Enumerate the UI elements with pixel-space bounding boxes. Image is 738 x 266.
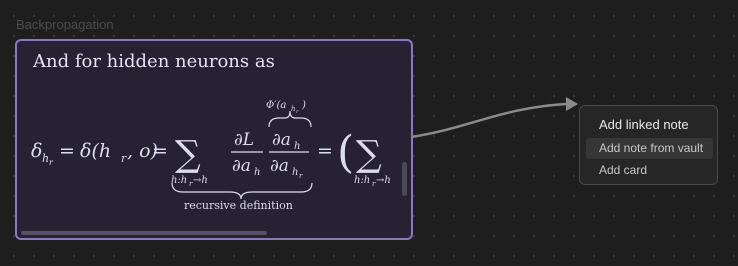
overbrace-label: Φ′(a [266, 100, 286, 111]
group-label[interactable]: Backpropagation [16, 17, 114, 32]
formula-delta-args: δ(h [80, 140, 111, 162]
canvas-card[interactable]: And for hidden neurons as δ h r = δ(h r … [15, 39, 413, 240]
underbrace-label: recursive definition [184, 199, 293, 212]
formula-sum: ∑ [175, 134, 201, 175]
card-heading: And for hidden neurons as [33, 51, 275, 72]
formula-sum-index: h:h [171, 175, 187, 186]
frac1-denominator: ∂a [232, 156, 251, 176]
frac1-denominator-sub: h [254, 167, 260, 178]
overbrace-sub: h [291, 105, 296, 113]
formula-lhs: δ [31, 140, 42, 162]
frac2-denominator-sub: h [292, 167, 298, 178]
menu-item-add-linked-note[interactable]: Add linked note [599, 117, 689, 132]
arrowhead-icon [566, 97, 578, 111]
formula-sum-index-tail: →h [193, 175, 208, 186]
context-menu: Add linked note Add note from vault Add … [579, 105, 718, 185]
formula-eq1: = [59, 140, 75, 162]
formula-eq2: = [152, 140, 168, 162]
vertical-scrollbar[interactable] [402, 162, 407, 196]
menu-item-add-card[interactable]: Add card [599, 163, 647, 177]
frac2-denominator: ∂a [270, 156, 289, 176]
formula-eq3: = [317, 140, 333, 162]
horizontal-scrollbar[interactable] [21, 231, 267, 235]
formula-sum2: ∑ [356, 134, 382, 175]
frac2-numerator-sub: h [294, 141, 300, 152]
overbrace [268, 110, 312, 128]
overbrace-close: ) [301, 100, 306, 111]
formula-sum2-index: h:h [354, 175, 370, 186]
frac2-denominator-subsub: r [299, 172, 303, 180]
backprop-formula: δ h r = δ(h r , o) = ∑ h:h r →h ∂L ∂a h … [31, 100, 391, 212]
formula-paren: ( [337, 127, 354, 178]
formula-lhs-subsub: r [49, 158, 54, 167]
formula-sum2-index-tail: →h [376, 175, 391, 186]
frac1-numerator: ∂L [234, 130, 254, 150]
overbrace-subsub: r [296, 109, 299, 115]
frac2-numerator: ∂a [272, 130, 291, 150]
menu-item-label: Add note from vault [599, 141, 704, 155]
menu-item-add-note-from-vault[interactable]: Add note from vault [586, 138, 713, 159]
